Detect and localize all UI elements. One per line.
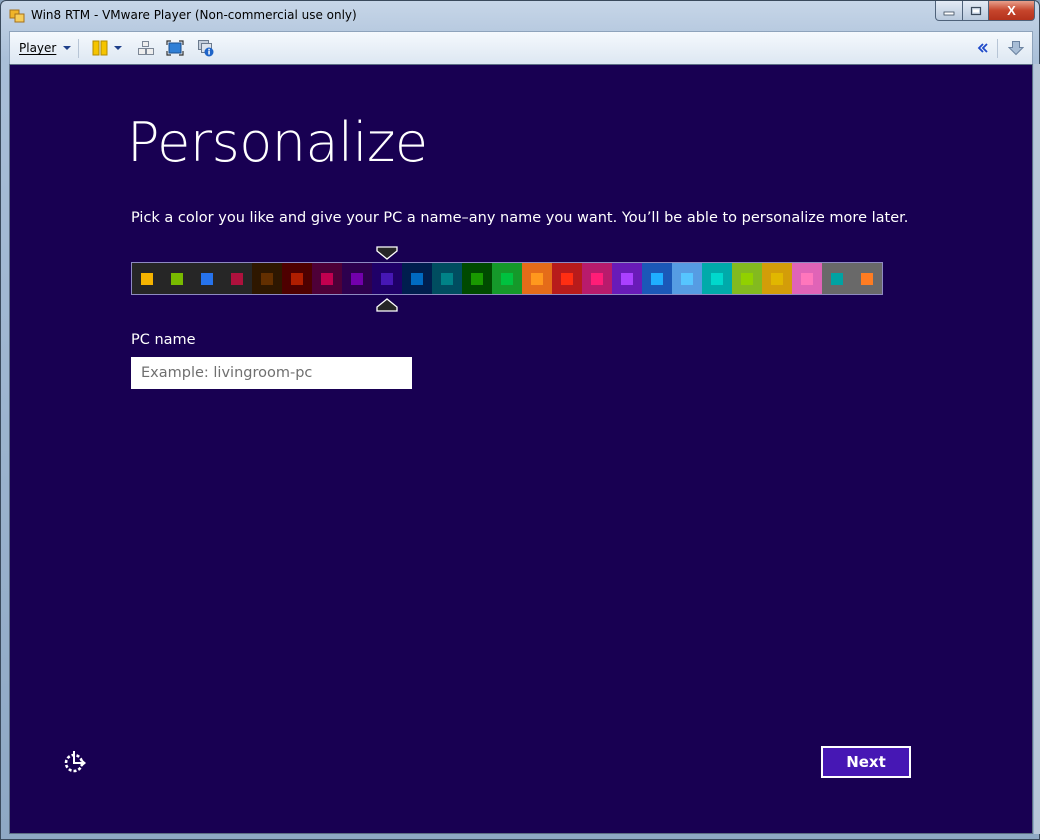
window-title: Win8 RTM - VMware Player (Non-commercial… [31,8,357,22]
close-icon: X [1007,3,1016,18]
color-swatch[interactable] [441,272,453,285]
toolbar: Player [9,31,1033,64]
fullscreen-button[interactable] [166,39,184,57]
color-swatch[interactable] [681,272,693,285]
color-swatch[interactable] [261,272,273,285]
chevron-down-icon[interactable] [114,46,122,50]
color-swatch[interactable] [141,272,153,285]
minimize-icon [943,11,955,15]
color-swatch[interactable] [321,272,333,285]
player-menu-button[interactable]: Player [19,39,72,57]
color-option[interactable] [582,263,612,294]
color-option[interactable] [282,263,312,294]
close-button[interactable]: X [989,1,1035,21]
pause-icon [92,40,108,56]
chevron-down-icon [63,46,72,50]
next-button[interactable]: Next [821,746,911,778]
color-swatch[interactable] [381,272,393,285]
unity-icon [198,40,214,57]
color-option[interactable] [732,263,762,294]
color-swatch[interactable] [171,272,183,285]
color-option[interactable] [132,263,252,294]
maximize-button[interactable] [963,1,989,21]
send-ctrl-alt-del-icon [138,41,154,55]
color-option[interactable] [612,263,642,294]
restore-icon [970,6,981,15]
toolbar-separator [78,39,79,58]
color-option[interactable] [792,263,822,294]
color-swatch[interactable] [831,272,843,285]
color-option[interactable] [402,263,432,294]
color-swatch[interactable] [531,272,543,285]
double-chevron-left-icon [977,43,988,53]
color-option[interactable] [702,263,732,294]
pause-button[interactable] [92,39,122,57]
color-swatch[interactable] [201,272,213,285]
color-option[interactable] [372,263,402,294]
color-swatch[interactable] [651,272,663,285]
vmware-app-icon [9,9,25,23]
color-swatch[interactable] [411,272,423,285]
selected-color-marker-top-icon [376,246,398,260]
selected-color-marker-bottom-icon [376,298,398,312]
download-arrow-icon [1008,41,1024,56]
fullscreen-icon [166,40,184,56]
color-swatch[interactable] [291,272,303,285]
page-description: Pick a color you like and give your PC a… [131,210,909,226]
send-ctrl-alt-del-button[interactable] [137,39,155,57]
color-option[interactable] [432,263,462,294]
minimize-button[interactable] [935,1,963,21]
color-swatch[interactable] [741,272,753,285]
collapse-toolbar-button[interactable] [977,39,989,57]
vm-display[interactable]: Personalize Pick a color you like and gi… [9,64,1033,834]
color-option[interactable] [312,263,342,294]
color-swatch[interactable] [501,272,513,285]
color-swatch[interactable] [621,272,633,285]
color-option[interactable] [342,263,372,294]
color-option[interactable] [642,263,672,294]
color-option[interactable] [822,263,882,294]
color-option-selected[interactable] [462,263,492,294]
download-button[interactable] [1008,39,1024,57]
color-swatch[interactable] [561,272,573,285]
color-option[interactable] [552,263,582,294]
toolbar-separator [997,39,998,58]
player-menu-label: Player [19,41,57,55]
color-swatch[interactable] [471,272,483,285]
color-swatch[interactable] [231,272,243,285]
pc-name-input[interactable] [131,357,412,389]
title-bar[interactable]: Win8 RTM - VMware Player (Non-commercial… [1,1,1039,31]
color-picker[interactable] [131,262,883,295]
pc-name-label: PC name [131,332,196,348]
vmware-player-window: Win8 RTM - VMware Player (Non-commercial… [0,0,1040,840]
color-option[interactable] [252,263,282,294]
window-resize-edge [1034,64,1040,834]
ease-of-access-icon[interactable] [62,748,90,776]
color-option[interactable] [492,263,522,294]
color-option[interactable] [762,263,792,294]
color-swatch[interactable] [801,272,813,285]
color-swatch[interactable] [711,272,723,285]
color-option[interactable] [672,263,702,294]
unity-button[interactable] [197,39,215,57]
color-swatch[interactable] [591,272,603,285]
color-swatch[interactable] [861,272,873,285]
color-swatch[interactable] [771,272,783,285]
page-title: Personalize [127,111,428,174]
color-option[interactable] [522,263,552,294]
color-swatch[interactable] [351,272,363,285]
